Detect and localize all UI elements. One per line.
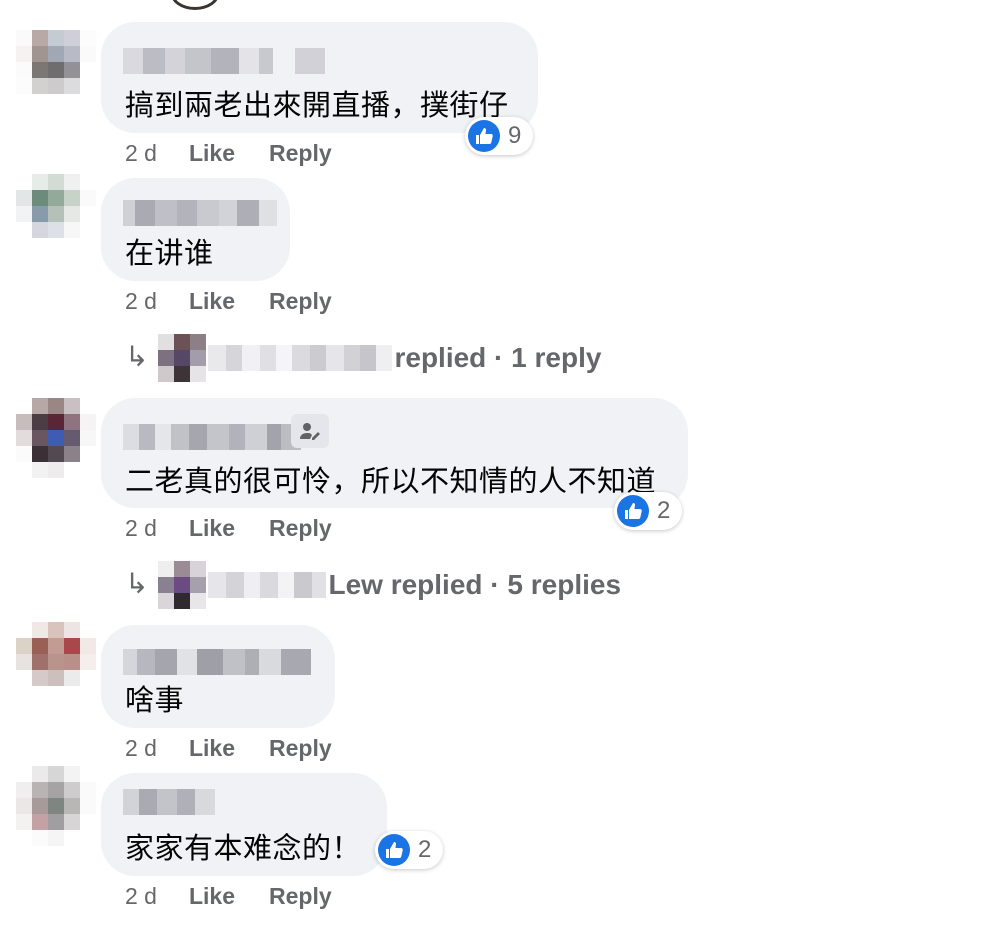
commenter-name-blurred[interactable] <box>123 200 277 226</box>
reply-button[interactable]: Reply <box>269 288 332 315</box>
commenter-name-blurred[interactable] <box>123 789 215 815</box>
comment-text: 在讲谁 <box>125 236 214 270</box>
avatar[interactable] <box>16 174 96 254</box>
commenter-name-blurred[interactable] <box>123 424 301 450</box>
like-button[interactable]: Like <box>189 883 235 910</box>
replies-summary[interactable]: replied · 1 reply <box>394 342 601 374</box>
comment-bubble[interactable]: 二老真的很可怜，所以不知情的人不知道 <box>101 398 688 508</box>
commenter-name-blurred[interactable] <box>123 649 311 675</box>
reaction-count[interactable]: 2 <box>375 831 444 869</box>
reply-arrow-icon: ↳ <box>125 567 149 599</box>
comment-actions: 2 d Like Reply <box>125 515 366 542</box>
reaction-count[interactable]: 2 <box>614 492 683 530</box>
like-thumb-icon <box>468 120 500 152</box>
replier-name-blurred <box>208 345 393 371</box>
comment-bubble[interactable]: 在讲谁 <box>101 178 290 281</box>
replier-avatar <box>158 334 207 382</box>
commenter-name-blurred[interactable] <box>123 48 325 74</box>
replies-summary[interactable]: Lew replied · 5 replies <box>328 569 621 601</box>
reply-arrow-icon: ↳ <box>125 340 149 372</box>
comment-actions: 2 d Like Reply <box>125 288 366 315</box>
avatar[interactable] <box>16 398 96 478</box>
comment-bubble[interactable]: 家家有本难念的！ <box>101 773 387 876</box>
reply-button[interactable]: Reply <box>269 140 332 167</box>
like-button[interactable]: Like <box>189 735 235 762</box>
reply-button[interactable]: Reply <box>269 735 332 762</box>
comment-timestamp[interactable]: 2 d <box>125 883 157 910</box>
avatar[interactable] <box>16 622 96 702</box>
like-button[interactable]: Like <box>189 288 235 315</box>
reaction-count[interactable]: 9 <box>465 117 534 155</box>
view-replies-link[interactable]: ↳ replied · 1 reply <box>125 334 601 382</box>
like-button[interactable]: Like <box>189 515 235 542</box>
comment-text: 啥事 <box>125 683 185 717</box>
comment-timestamp[interactable]: 2 d <box>125 515 157 542</box>
comment-timestamp[interactable]: 2 d <box>125 735 157 762</box>
comment-timestamp[interactable]: 2 d <box>125 140 157 167</box>
comment-actions: 2 d Like Reply <box>125 735 366 762</box>
comment-text: 搞到兩老出來開直播，撲街仔 <box>125 88 509 122</box>
like-thumb-icon <box>617 495 649 527</box>
comment-timestamp[interactable]: 2 d <box>125 288 157 315</box>
replier-name-blurred <box>208 572 327 598</box>
like-thumb-icon <box>378 834 410 866</box>
comment-text: 家家有本难念的！ <box>125 831 362 865</box>
like-button[interactable]: Like <box>189 140 235 167</box>
avatar[interactable] <box>16 30 96 110</box>
replier-avatar <box>158 561 207 609</box>
reply-button[interactable]: Reply <box>269 883 332 910</box>
reply-button[interactable]: Reply <box>269 515 332 542</box>
user-edit-badge-icon[interactable] <box>291 414 329 448</box>
comment-text: 二老真的很可怜，所以不知情的人不知道 <box>125 464 657 498</box>
comment-actions: 2 d Like Reply <box>125 883 366 910</box>
comment-bubble[interactable]: 搞到兩老出來開直播，撲街仔 <box>101 22 538 133</box>
view-replies-link[interactable]: ↳ Lew replied · 5 replies <box>125 561 621 609</box>
avatar[interactable] <box>16 766 96 846</box>
comment-actions: 2 d Like Reply <box>125 140 366 167</box>
previous-avatar-edge <box>170 0 220 10</box>
comment-bubble[interactable]: 啥事 <box>101 625 335 728</box>
